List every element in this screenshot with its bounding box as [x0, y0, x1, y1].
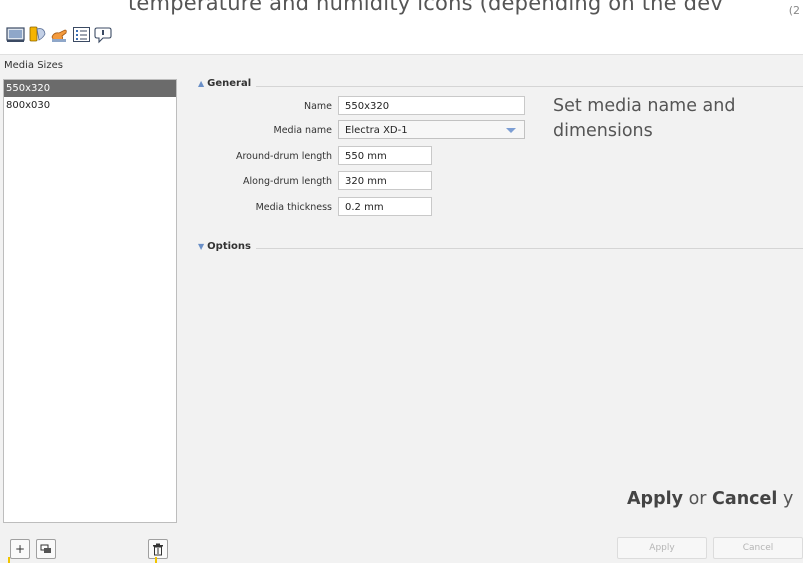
- around-drum-label: Around-drum length: [235, 151, 332, 162]
- section-divider: [256, 248, 803, 249]
- highlight-marker-right: [155, 557, 157, 563]
- apply-button[interactable]: Apply: [617, 537, 707, 559]
- name-input[interactable]: 550x320: [338, 96, 525, 115]
- chevron-down-icon: [506, 128, 516, 133]
- media-thickness-label: Media thickness: [255, 202, 332, 213]
- monitor-icon[interactable]: [6, 25, 25, 44]
- collapse-arrow-icon: ▲: [198, 79, 205, 88]
- chat-icon[interactable]: [94, 25, 113, 44]
- media-name-select[interactable]: Electra XD-1: [338, 120, 525, 139]
- media-thickness-input[interactable]: 0.2 mm: [338, 197, 432, 216]
- apply-note-cancel: Cancel: [712, 489, 778, 509]
- delete-button[interactable]: [148, 539, 168, 559]
- section-divider: [256, 86, 803, 87]
- cancel-button[interactable]: Cancel: [713, 537, 803, 559]
- duplicate-button[interactable]: [36, 539, 56, 559]
- along-drum-input[interactable]: 320 mm: [338, 171, 432, 190]
- list-item-800x030[interactable]: 800x030: [4, 97, 176, 114]
- add-button[interactable]: +: [10, 539, 30, 559]
- apply-note-tail: y: [777, 489, 794, 509]
- media-name-value: Electra XD-1: [345, 125, 408, 136]
- duplicate-icon: [40, 544, 51, 553]
- media-note: Set media name and dimensions: [553, 94, 736, 144]
- media-name-label: Media name: [273, 125, 333, 136]
- media-sizes-label: Media Sizes: [4, 60, 63, 71]
- general-section-title: General: [207, 78, 252, 89]
- media-note-line-2: dimensions: [553, 121, 653, 141]
- overlay-corner-text: (2: [788, 4, 800, 17]
- overlay-caption: temperature and humidity icons (dependin…: [128, 0, 723, 15]
- list-icon[interactable]: [72, 25, 91, 44]
- media-tools-icon[interactable]: [28, 25, 47, 44]
- highlight-marker-left: [8, 557, 10, 563]
- apply-note-or: or: [683, 489, 713, 509]
- media-sizes-list[interactable]: 550x320 800x030: [3, 79, 177, 523]
- hand-icon[interactable]: [50, 25, 69, 44]
- apply-note-apply: Apply: [627, 489, 684, 509]
- expand-arrow-icon: ▼: [198, 242, 205, 251]
- media-note-line-1: Set media name and: [553, 96, 736, 116]
- apply-note: Apply or Cancel y: [627, 487, 793, 512]
- trash-icon: [153, 543, 163, 555]
- options-section-title: Options: [207, 241, 251, 252]
- general-section-header[interactable]: ▲ General: [198, 78, 251, 89]
- options-section-header[interactable]: ▼ Options: [198, 241, 251, 252]
- list-item-550x320[interactable]: 550x320: [4, 80, 176, 97]
- along-drum-label: Along-drum length: [243, 176, 332, 187]
- around-drum-input[interactable]: 550 mm: [338, 146, 432, 165]
- toolbar: [0, 18, 803, 55]
- name-label: Name: [303, 101, 332, 112]
